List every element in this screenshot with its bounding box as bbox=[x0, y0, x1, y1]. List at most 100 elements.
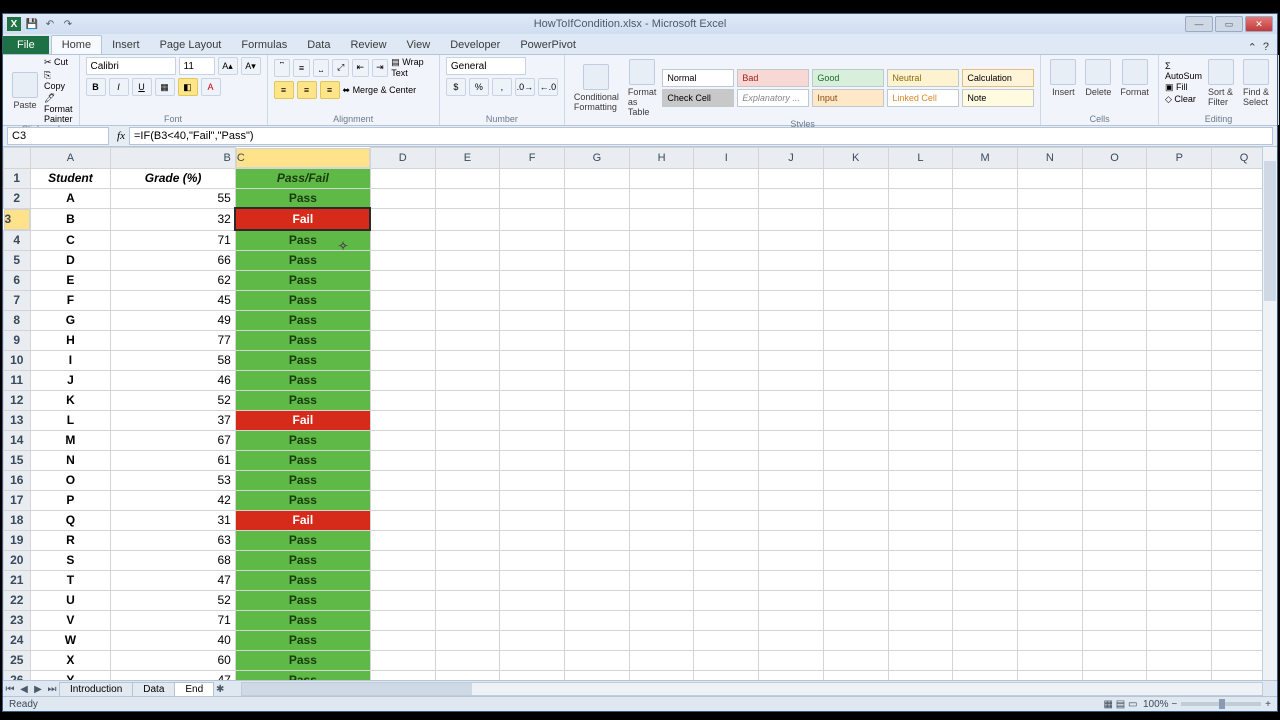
clear-button[interactable]: ◇ Clear bbox=[1165, 94, 1202, 105]
cell-P5[interactable] bbox=[1147, 250, 1212, 270]
cell-H25[interactable] bbox=[629, 650, 694, 670]
cell-P17[interactable] bbox=[1147, 490, 1212, 510]
cell-F16[interactable] bbox=[500, 470, 565, 490]
close-button[interactable]: ✕ bbox=[1245, 16, 1273, 32]
sheet-nav-first-icon[interactable]: ⏮ bbox=[3, 684, 17, 695]
cell-E4[interactable] bbox=[435, 230, 500, 250]
fill-button[interactable]: ▣ Fill bbox=[1165, 82, 1202, 93]
cell-K7[interactable] bbox=[823, 290, 888, 310]
cell-L6[interactable] bbox=[888, 270, 953, 290]
cell-A20[interactable]: S bbox=[30, 550, 111, 570]
cell-I1[interactable] bbox=[694, 168, 759, 188]
cell-O13[interactable] bbox=[1082, 410, 1147, 430]
format-as-table-button[interactable]: Format as Table bbox=[625, 57, 660, 119]
row-header-6[interactable]: 6 bbox=[4, 270, 31, 290]
cell-E21[interactable] bbox=[435, 570, 500, 590]
cell-C16[interactable]: Pass bbox=[235, 470, 370, 490]
cell-L9[interactable] bbox=[888, 330, 953, 350]
cell-I12[interactable] bbox=[694, 390, 759, 410]
cell-P1[interactable] bbox=[1147, 168, 1212, 188]
tab-formulas[interactable]: Formulas bbox=[231, 36, 297, 54]
cell-M22[interactable] bbox=[953, 590, 1018, 610]
cell-F24[interactable] bbox=[500, 630, 565, 650]
col-header-G[interactable]: G bbox=[565, 148, 630, 169]
align-center-icon[interactable]: ≡ bbox=[297, 81, 317, 99]
cell-A2[interactable]: A bbox=[30, 188, 111, 208]
cell-K19[interactable] bbox=[823, 530, 888, 550]
cell-F11[interactable] bbox=[500, 370, 565, 390]
cell-G6[interactable] bbox=[565, 270, 630, 290]
cut-button[interactable]: ✂ Cut bbox=[44, 57, 73, 68]
cell-C22[interactable]: Pass bbox=[235, 590, 370, 610]
cell-C9[interactable]: Pass bbox=[235, 330, 370, 350]
cell-A7[interactable]: F bbox=[30, 290, 111, 310]
row-header-14[interactable]: 14 bbox=[4, 430, 31, 450]
zoom-out-icon[interactable]: − bbox=[1171, 699, 1177, 710]
cell-N1[interactable] bbox=[1017, 168, 1082, 188]
font-color-icon[interactable]: A bbox=[201, 78, 221, 96]
cell-F5[interactable] bbox=[500, 250, 565, 270]
cell-H23[interactable] bbox=[629, 610, 694, 630]
cell-O10[interactable] bbox=[1082, 350, 1147, 370]
cell-D16[interactable] bbox=[370, 470, 435, 490]
cell-E14[interactable] bbox=[435, 430, 500, 450]
cell-J4[interactable] bbox=[759, 230, 824, 250]
style-note[interactable]: Note bbox=[962, 89, 1034, 107]
align-top-icon[interactable]: ⎴ bbox=[274, 59, 291, 77]
number-format-select[interactable]: General bbox=[446, 57, 526, 75]
cell-B3[interactable]: 32 bbox=[111, 208, 236, 230]
cell-B17[interactable]: 42 bbox=[111, 490, 236, 510]
cell-B10[interactable]: 58 bbox=[111, 350, 236, 370]
cell-P25[interactable] bbox=[1147, 650, 1212, 670]
cell-H16[interactable] bbox=[629, 470, 694, 490]
style-calculation[interactable]: Calculation bbox=[962, 69, 1034, 87]
cell-C14[interactable]: Pass bbox=[235, 430, 370, 450]
cell-M7[interactable] bbox=[953, 290, 1018, 310]
cell-K24[interactable] bbox=[823, 630, 888, 650]
tab-powerpivot[interactable]: PowerPivot bbox=[510, 36, 586, 54]
cell-I11[interactable] bbox=[694, 370, 759, 390]
cell-H9[interactable] bbox=[629, 330, 694, 350]
cell-E12[interactable] bbox=[435, 390, 500, 410]
cell-E5[interactable] bbox=[435, 250, 500, 270]
cell-D20[interactable] bbox=[370, 550, 435, 570]
cell-J1[interactable] bbox=[759, 168, 824, 188]
cell-G14[interactable] bbox=[565, 430, 630, 450]
cell-D4[interactable] bbox=[370, 230, 435, 250]
cell-A22[interactable]: U bbox=[30, 590, 111, 610]
row-header-24[interactable]: 24 bbox=[4, 630, 31, 650]
row-header-2[interactable]: 2 bbox=[4, 188, 31, 208]
cell-F3[interactable] bbox=[500, 208, 565, 230]
cell-E23[interactable] bbox=[435, 610, 500, 630]
tab-home[interactable]: Home bbox=[51, 35, 102, 54]
zoom-slider[interactable] bbox=[1181, 702, 1261, 706]
cell-P13[interactable] bbox=[1147, 410, 1212, 430]
worksheet-grid[interactable]: ABCDEFGHIJKLMNOPQ1StudentGrade (%)Pass/F… bbox=[3, 147, 1277, 683]
cell-I24[interactable] bbox=[694, 630, 759, 650]
cell-L11[interactable] bbox=[888, 370, 953, 390]
cell-D9[interactable] bbox=[370, 330, 435, 350]
col-header-K[interactable]: K bbox=[823, 148, 888, 169]
cell-A19[interactable]: R bbox=[30, 530, 111, 550]
cell-H2[interactable] bbox=[629, 188, 694, 208]
conditional-formatting-button[interactable]: Conditional Formatting bbox=[571, 62, 622, 114]
sheet-tab-data[interactable]: Data bbox=[132, 682, 175, 696]
cell-D15[interactable] bbox=[370, 450, 435, 470]
cell-D12[interactable] bbox=[370, 390, 435, 410]
cell-K16[interactable] bbox=[823, 470, 888, 490]
row-header-1[interactable]: 1 bbox=[4, 168, 31, 188]
cell-I13[interactable] bbox=[694, 410, 759, 430]
cell-K22[interactable] bbox=[823, 590, 888, 610]
cell-A25[interactable]: X bbox=[30, 650, 111, 670]
vertical-scrollbar[interactable] bbox=[1262, 147, 1277, 683]
cell-D13[interactable] bbox=[370, 410, 435, 430]
view-pagebreak-icon[interactable]: ▭ bbox=[1128, 699, 1137, 710]
wrap-text-button[interactable]: ▤ Wrap Text bbox=[391, 57, 433, 78]
cell-O2[interactable] bbox=[1082, 188, 1147, 208]
cell-B12[interactable]: 52 bbox=[111, 390, 236, 410]
cell-F10[interactable] bbox=[500, 350, 565, 370]
zoom-level[interactable]: 100% bbox=[1143, 699, 1169, 710]
cell-G21[interactable] bbox=[565, 570, 630, 590]
cell-D2[interactable] bbox=[370, 188, 435, 208]
cell-K5[interactable] bbox=[823, 250, 888, 270]
